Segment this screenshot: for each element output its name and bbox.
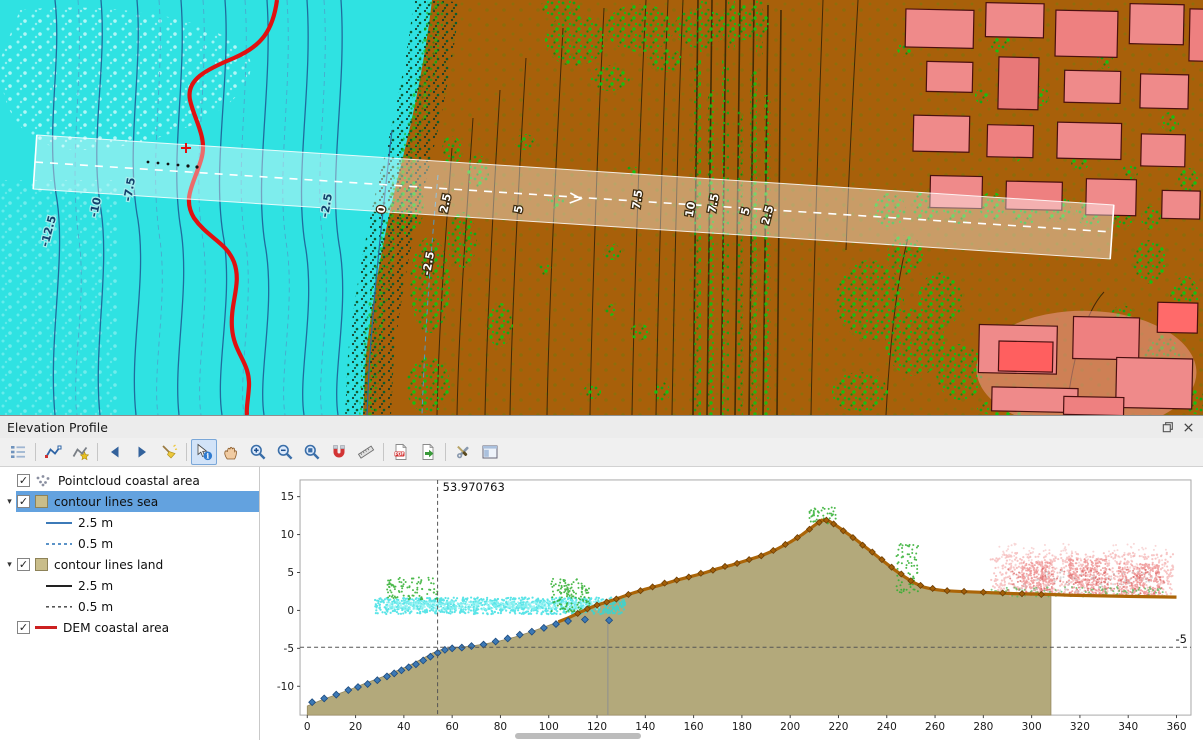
svg-text:PDF: PDF [395,451,405,456]
map-contour-label: 7.5 [630,189,646,210]
toolbar-separator [186,443,187,461]
expand-arrow-icon[interactable]: ▾ [2,497,17,507]
map-render: -12.5-10-7.5-2.50-2.52.557.5107.552.5 [0,0,1203,415]
x-axis-tick-label: 40 [397,721,410,733]
panel-title-bar: Elevation Profile [0,416,1203,438]
x-axis-tick-label: 340 [1118,721,1138,733]
clear-button[interactable] [156,439,182,465]
line-blue-solid-swatch [46,516,72,529]
line-black-solid-swatch [46,579,72,592]
pan-button[interactable] [218,439,244,465]
layer-tree-item-0-5-m[interactable]: 0.5 m [0,533,259,554]
identify-features-button[interactable]: i [191,439,217,465]
layer-tree-item-label: contour lines sea [54,495,158,509]
layer-visibility-checkbox[interactable]: ✓ [17,621,30,634]
layer-tree-item-contour-lines-sea[interactable]: ▾✓ contour lines sea [0,491,259,512]
export-as-image-button[interactable] [415,439,441,465]
pointcloud-swatch [35,474,52,487]
zoom-in-button[interactable] [245,439,271,465]
x-axis-tick-label: 180 [732,721,752,733]
layer-visibility-checkbox[interactable]: ✓ [17,558,30,571]
x-axis-tick-label: 160 [684,721,704,733]
group-tan-swatch [35,495,48,508]
x-axis-tick-label: 80 [494,721,507,733]
line-blue-dashed-swatch [46,537,72,550]
layer-visibility-checkbox[interactable]: ✓ [17,474,30,487]
layer-tree-item-pointcloud-coastal-area[interactable]: ✓ Pointcloud coastal area [0,470,259,491]
x-axis-tick-label: 260 [925,721,945,733]
options-button[interactable] [450,439,476,465]
y-axis-tick-label: 5 [287,567,294,579]
float-panel-button[interactable] [1159,419,1175,435]
layer-tree-item-2-5-m[interactable]: 2.5 m [0,512,259,533]
capture-curve-from-feature-button[interactable] [67,439,93,465]
layer-tree-item-label: 0.5 m [78,600,113,614]
layer-tree-item-2-5-m[interactable]: 2.5 m [0,575,259,596]
profile-toolbar: i PDF [0,438,1203,466]
nudge-left-button[interactable] [102,439,128,465]
y-axis-tick-label: 15 [281,491,294,503]
map-canvas[interactable]: -12.5-10-7.5-2.50-2.52.557.5107.552.5 [0,0,1203,415]
nudge-right-button[interactable] [129,439,155,465]
expand-arrow-icon[interactable]: ▾ [2,560,17,570]
toolbar-separator [383,443,384,461]
profile-layer-tree[interactable]: ✓Pointcloud coastal area▾✓contour lines … [0,467,260,740]
measure-distances-button[interactable] [353,439,379,465]
layer-tree-item-label: 2.5 m [78,579,113,593]
layer-tree-item-label: DEM coastal area [63,621,169,635]
crosshair-y-label: -5 [1176,632,1187,646]
toolbar-separator [445,443,446,461]
x-axis-tick-label: 0 [304,721,311,733]
y-axis-tick-label: 0 [287,605,294,617]
line-red-swatch [35,621,57,634]
x-axis-tick-label: 100 [539,721,559,733]
chart-horizontal-scrollbar[interactable] [515,733,641,739]
layer-tree-item-0-5-m[interactable]: 0.5 m [0,596,259,617]
elevation-profile-panel: Elevation Profile [0,415,1203,740]
panel-body: ✓Pointcloud coastal area▾✓contour lines … [0,466,1203,740]
layer-visibility-checkbox[interactable]: ✓ [17,495,30,508]
layer-tree-item-label: 2.5 m [78,516,113,530]
dock-button[interactable] [477,439,503,465]
crosshair-x-label: 53.970763 [443,480,505,494]
export-as-pdf-button[interactable]: PDF [388,439,414,465]
enable-snapping-button[interactable] [326,439,352,465]
x-axis-tick-label: 120 [587,721,607,733]
x-axis-tick-label: 240 [877,721,897,733]
layer-tree-item-dem-coastal-area[interactable]: ✓ DEM coastal area [0,617,259,638]
layer-tree-item-label: Pointcloud coastal area [58,474,200,488]
x-axis-tick-label: 200 [780,721,800,733]
y-axis-tick-label: -10 [277,681,294,693]
layer-tree-item-label: 0.5 m [78,537,113,551]
show-layer-tree-button[interactable] [5,439,31,465]
svg-text:i: i [206,451,209,460]
x-axis-tick-label: 140 [635,721,655,733]
group-tan-swatch [35,558,48,571]
close-panel-button[interactable] [1180,419,1196,435]
toolbar-separator [35,443,36,461]
x-axis-tick-label: 360 [1166,721,1186,733]
x-axis-tick-label: 220 [828,721,848,733]
x-axis-tick-label: 280 [973,721,993,733]
toolbar-separator [97,443,98,461]
panel-title: Elevation Profile [7,420,108,435]
capture-curve-button[interactable] [40,439,66,465]
line-black-dashed-swatch [46,600,72,613]
y-axis-tick-label: -5 [284,643,294,655]
y-axis-tick-label: 10 [281,529,294,541]
map-contour-label: 10 [683,200,699,218]
profile-plot[interactable]: 53.970763-502040608010012014016018020022… [260,467,1203,740]
x-axis-tick-label: 300 [1022,721,1042,733]
zoom-out-button[interactable] [272,439,298,465]
x-axis-tick-label: 320 [1070,721,1090,733]
elevation-profile-chart[interactable]: 53.970763-502040608010012014016018020022… [260,467,1203,740]
x-axis-tick-label: 20 [349,721,362,733]
x-axis-tick-label: 60 [445,721,458,733]
layer-tree-item-label: contour lines land [54,558,163,572]
zoom-full-button[interactable] [299,439,325,465]
layer-tree-item-contour-lines-land[interactable]: ▾✓ contour lines land [0,554,259,575]
